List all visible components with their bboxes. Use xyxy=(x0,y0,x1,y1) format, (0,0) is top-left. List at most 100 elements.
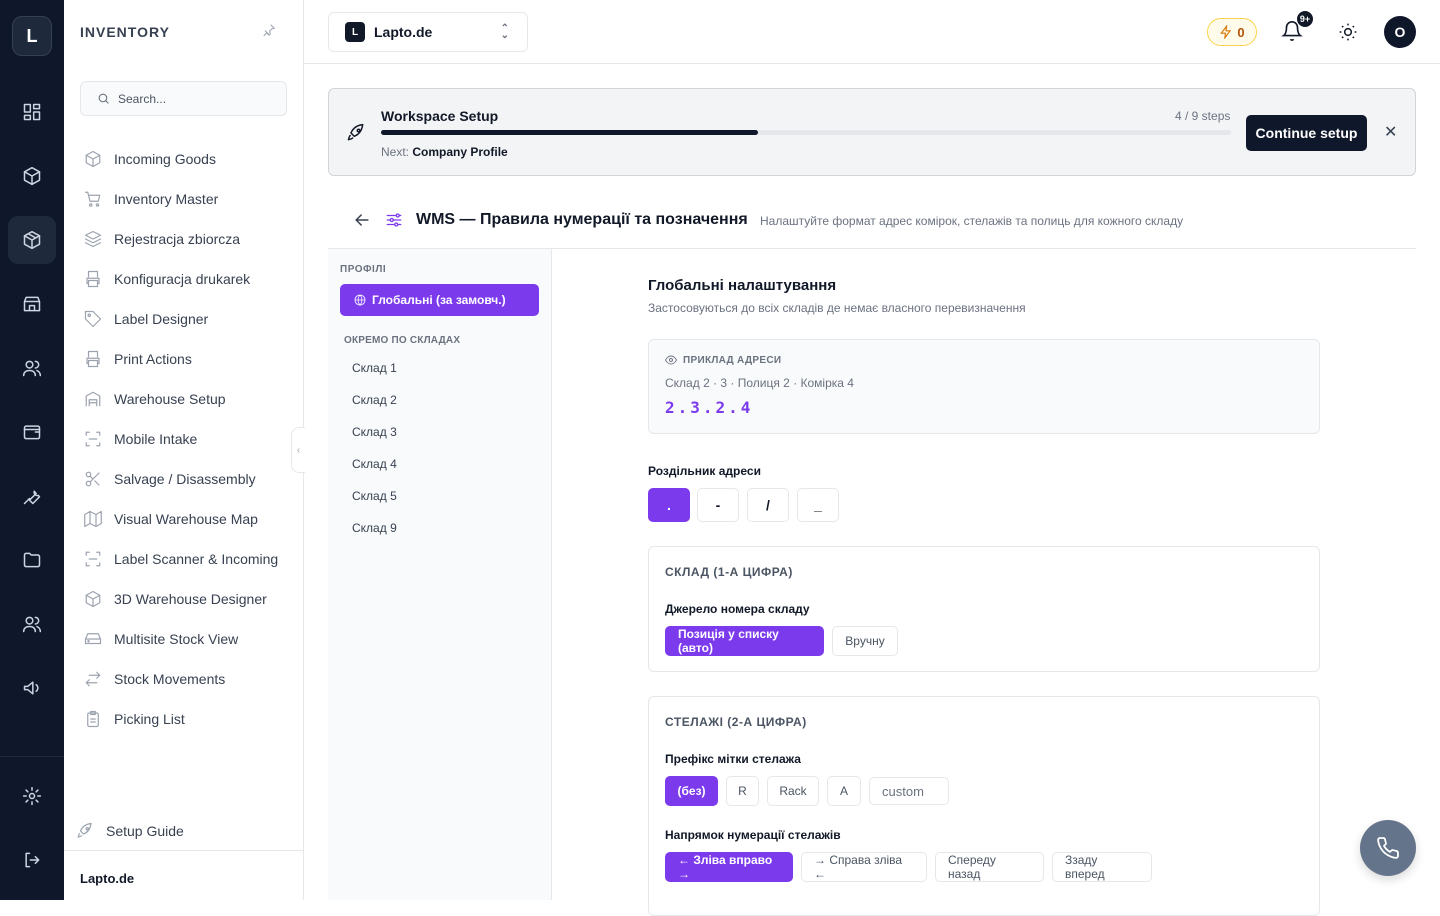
folder-icon[interactable] xyxy=(8,536,56,584)
sidebar-item-label-scanner[interactable]: Label Scanner & Incoming xyxy=(84,547,278,571)
profile-warehouse-item[interactable]: Склад 5 xyxy=(352,489,397,503)
arrows-icon xyxy=(85,671,101,687)
separator-option-underscore[interactable]: _ xyxy=(797,488,839,522)
sidebar-item-stock-movements[interactable]: Stock Movements xyxy=(84,667,225,691)
sidebar-item-konfiguracja[interactable]: Konfiguracja drukarek xyxy=(84,267,250,291)
sidebar-item-warehouse-setup[interactable]: Warehouse Setup xyxy=(84,387,226,411)
bolt-icon xyxy=(1220,25,1232,39)
rocket-icon xyxy=(77,822,92,838)
page-title: WMS — Правила нумерації та позначення xyxy=(416,211,748,228)
field-label: Напрямок нумерації стелажів xyxy=(665,828,841,842)
sidebar-search[interactable] xyxy=(80,81,287,116)
sidebar-item-label: Picking List xyxy=(114,711,185,727)
profile-warehouse-item[interactable]: Склад 4 xyxy=(352,457,397,471)
search-icon xyxy=(98,93,109,104)
sidebar-item-rejestracja[interactable]: Rejestracja zbiorcza xyxy=(84,227,240,251)
profile-warehouse-item[interactable]: Склад 2 xyxy=(352,393,397,407)
settings-icon[interactable] xyxy=(8,772,56,820)
icon-rail: L xyxy=(0,0,64,900)
globe-icon xyxy=(354,294,366,306)
source-option-manual[interactable]: Вручну xyxy=(832,626,898,656)
sidebar-item-incoming-goods[interactable]: Incoming Goods xyxy=(84,147,216,171)
inventory-icon[interactable] xyxy=(8,216,56,264)
sidebar-item-picking-list[interactable]: Picking List xyxy=(84,707,185,731)
sliders-icon xyxy=(385,211,403,234)
scissors-icon xyxy=(85,471,100,487)
sun-icon[interactable] xyxy=(1338,22,1358,47)
direction-option-rtl[interactable]: → Справа зліва ← xyxy=(801,852,927,882)
sidebar-item-multisite[interactable]: Multisite Stock View xyxy=(84,627,238,651)
card-title: СТЕЛАЖІ (2-А ЦИФРА) xyxy=(665,715,807,729)
example-label-text: ПРИКЛАД АДРЕСИ xyxy=(683,354,782,366)
profile-warehouse-item[interactable]: Склад 9 xyxy=(352,521,397,535)
workspace-name: Lapto.de xyxy=(374,24,433,40)
setup-guide-link[interactable]: Setup Guide xyxy=(76,822,184,840)
notifications-badge: 9+ xyxy=(1296,10,1314,28)
setup-title: Workspace Setup xyxy=(381,108,499,124)
warehouse-number-card: СКЛАД (1-А ЦИФРА) Джерело номера складу … xyxy=(648,546,1320,672)
avatar[interactable]: O xyxy=(1384,16,1416,48)
sidebar-footer-workspace: Lapto.de xyxy=(64,850,303,900)
package-icon[interactable] xyxy=(8,152,56,200)
package-icon xyxy=(85,150,101,168)
sidebar-item-salvage[interactable]: Salvage / Disassembly xyxy=(84,467,256,491)
workspace-selector[interactable]: L Lapto.de ⌃ ⌄ xyxy=(328,12,528,52)
sidebar-item-inventory-master[interactable]: Inventory Master xyxy=(84,187,218,211)
direction-option-front-back[interactable]: Спереду назад xyxy=(935,852,1044,882)
sidebar-item-label: Mobile Intake xyxy=(114,431,198,447)
prefix-option-a[interactable]: A xyxy=(827,776,861,806)
prefix-option-r[interactable]: R xyxy=(726,776,759,806)
logout-icon[interactable] xyxy=(8,836,56,884)
prefix-option-none[interactable]: (без) xyxy=(665,776,718,806)
sidebar-item-label: Konfiguracja drukarek xyxy=(114,271,251,287)
sidebar-item-label: Rejestracja zbiorcza xyxy=(114,231,241,247)
wallet-icon[interactable] xyxy=(8,408,56,456)
setup-guide-label: Setup Guide xyxy=(106,823,184,839)
map-icon xyxy=(84,510,102,528)
back-arrow-icon[interactable] xyxy=(352,210,372,235)
users-icon[interactable] xyxy=(8,344,56,392)
layers-icon xyxy=(84,230,102,248)
cart-icon xyxy=(84,191,101,207)
setup-progress-fill xyxy=(381,130,759,135)
setup-progress-bar xyxy=(381,130,1231,135)
separator-option-dot[interactable]: . xyxy=(648,488,690,522)
continue-setup-button[interactable]: Continue setup xyxy=(1246,115,1367,151)
sidebar-item-label: Label Designer xyxy=(114,311,209,327)
scan-icon xyxy=(85,551,101,567)
search-input[interactable] xyxy=(118,91,278,106)
sidebar-item-3d-designer[interactable]: 3D Warehouse Designer xyxy=(84,587,267,611)
sidebar-item-label-designer[interactable]: Label Designer xyxy=(84,307,208,331)
prefix-custom-input[interactable] xyxy=(869,777,949,805)
sidebar-item-print-actions[interactable]: Print Actions xyxy=(84,347,192,371)
credits-badge[interactable]: 0 xyxy=(1207,18,1257,46)
sidebar-item-visual-map[interactable]: Visual Warehouse Map xyxy=(84,507,258,531)
direction-option-ltr[interactable]: ← Зліва вправо → xyxy=(665,852,793,882)
printer-icon xyxy=(86,350,100,368)
sidebar-item-mobile-intake[interactable]: Mobile Intake xyxy=(84,427,197,451)
separator-option-slash[interactable]: / xyxy=(747,488,789,522)
close-icon[interactable]: ✕ xyxy=(1384,122,1397,142)
profile-global-button[interactable]: Глобальні (за замовч.) xyxy=(340,284,539,316)
prefix-option-rack[interactable]: Rack xyxy=(767,776,819,806)
store-icon[interactable] xyxy=(8,280,56,328)
example-address-value: 2.3.2.4 xyxy=(665,398,754,417)
sidebar-collapse-handle[interactable]: ‹ xyxy=(291,427,305,473)
sidebar-item-label: Incoming Goods xyxy=(114,151,216,167)
app-logo[interactable]: L xyxy=(12,16,52,56)
separator-option-dash[interactable]: - xyxy=(697,488,739,522)
drive-icon xyxy=(84,633,102,645)
profile-warehouse-item[interactable]: Склад 3 xyxy=(352,425,397,439)
wrench-icon[interactable] xyxy=(8,472,56,520)
direction-option-back-front[interactable]: Ззаду вперед xyxy=(1052,852,1152,882)
dashboard-icon[interactable] xyxy=(8,88,56,136)
phone-call-button[interactable] xyxy=(1360,820,1416,876)
source-option-auto[interactable]: Позиція у списку (авто) xyxy=(665,626,824,656)
megaphone-icon[interactable] xyxy=(8,664,56,712)
team-icon[interactable] xyxy=(8,600,56,648)
pin-icon[interactable] xyxy=(262,23,276,42)
setup-steps-count: 4 / 9 steps xyxy=(1175,109,1231,123)
profile-warehouse-item[interactable]: Склад 1 xyxy=(352,361,397,375)
building-icon xyxy=(85,391,101,407)
rocket-icon xyxy=(346,123,366,148)
